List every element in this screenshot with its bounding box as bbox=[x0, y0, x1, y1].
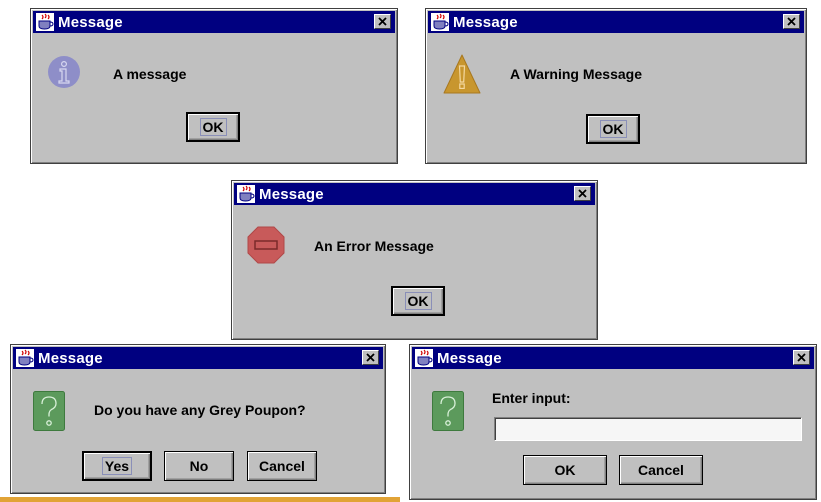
title-bar[interactable]: Message bbox=[234, 183, 595, 205]
text-input[interactable] bbox=[494, 417, 802, 441]
message-text: An Error Message bbox=[314, 238, 434, 254]
close-icon bbox=[578, 189, 587, 198]
info-dialog: Message A message OK bbox=[30, 8, 398, 164]
window-title: Message bbox=[38, 349, 103, 367]
ok-button[interactable]: OK bbox=[523, 455, 607, 485]
cancel-button[interactable]: Cancel bbox=[247, 451, 317, 481]
java-cup-icon bbox=[415, 349, 433, 367]
cancel-button[interactable]: Cancel bbox=[619, 455, 703, 485]
close-icon bbox=[787, 17, 796, 26]
close-icon bbox=[366, 353, 375, 362]
question-dialog: Message Do you have any Grey Poupon? Yes… bbox=[10, 344, 386, 494]
no-button[interactable]: No bbox=[164, 451, 234, 481]
cancel-label: Cancel bbox=[259, 458, 305, 474]
window-title: Message bbox=[259, 185, 324, 203]
question-icon bbox=[33, 391, 65, 431]
java-cup-icon bbox=[237, 185, 255, 203]
error-icon bbox=[247, 226, 285, 264]
question-icon bbox=[432, 391, 464, 431]
cancel-label: Cancel bbox=[638, 462, 684, 478]
warning-icon bbox=[443, 54, 481, 94]
close-button[interactable] bbox=[793, 350, 810, 365]
prompt-label: Enter input: bbox=[492, 390, 571, 406]
input-dialog: Message Enter input: OK Cancel bbox=[409, 344, 817, 500]
ok-label: OK bbox=[554, 462, 576, 478]
ok-button[interactable]: OK bbox=[186, 112, 240, 142]
message-text: A message bbox=[113, 66, 187, 82]
close-icon bbox=[797, 353, 806, 362]
title-bar[interactable]: Message bbox=[33, 11, 395, 33]
message-text: Do you have any Grey Poupon? bbox=[94, 402, 306, 418]
yes-label: Yes bbox=[101, 457, 133, 475]
warning-dialog: Message A Warning Message OK bbox=[425, 8, 807, 164]
close-button[interactable] bbox=[374, 14, 391, 29]
ok-label: OK bbox=[199, 118, 227, 136]
window-title: Message bbox=[437, 349, 502, 367]
slide-accent-bar bbox=[0, 497, 400, 502]
no-label: No bbox=[189, 458, 209, 474]
title-bar[interactable]: Message bbox=[13, 347, 383, 369]
error-dialog: Message An Error Message OK bbox=[231, 180, 598, 340]
ok-button[interactable]: OK bbox=[586, 114, 640, 144]
java-cup-icon bbox=[36, 13, 54, 31]
info-icon bbox=[48, 56, 80, 88]
ok-button[interactable]: OK bbox=[391, 286, 445, 316]
java-cup-icon bbox=[431, 13, 449, 31]
window-title: Message bbox=[58, 13, 123, 31]
title-bar[interactable]: Message bbox=[428, 11, 804, 33]
close-button[interactable] bbox=[574, 186, 591, 201]
close-icon bbox=[378, 17, 387, 26]
close-button[interactable] bbox=[362, 350, 379, 365]
window-title: Message bbox=[453, 13, 518, 31]
close-button[interactable] bbox=[783, 14, 800, 29]
title-bar[interactable]: Message bbox=[412, 347, 814, 369]
message-text: A Warning Message bbox=[510, 66, 642, 82]
yes-button[interactable]: Yes bbox=[82, 451, 152, 481]
ok-label: OK bbox=[599, 120, 627, 138]
ok-label: OK bbox=[404, 292, 432, 310]
java-cup-icon bbox=[16, 349, 34, 367]
